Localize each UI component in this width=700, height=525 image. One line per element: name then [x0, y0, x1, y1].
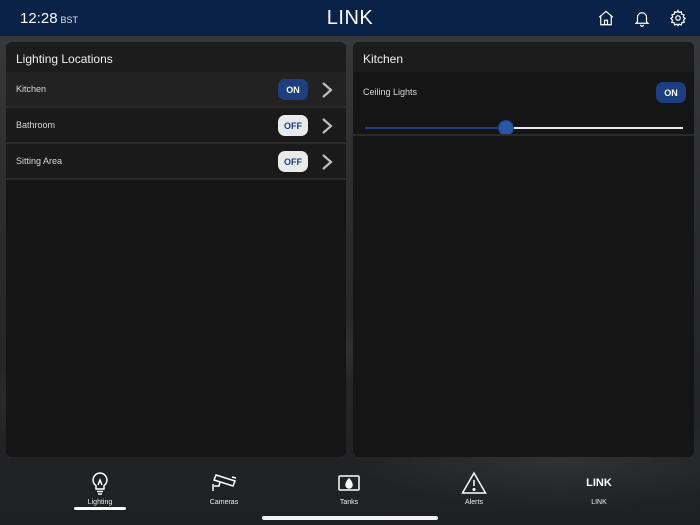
chevron-right-icon[interactable]: [320, 81, 334, 99]
location-row-sitting-area[interactable]: Sitting Area OFF: [6, 144, 346, 180]
nav-link[interactable]: LINK LINK: [559, 470, 639, 506]
nav-lighting[interactable]: Lighting: [60, 470, 140, 506]
tank-icon: [338, 475, 360, 491]
clock-zone: BST: [60, 15, 79, 25]
chevron-right-icon[interactable]: [320, 153, 334, 171]
location-row-bathroom[interactable]: Bathroom OFF: [6, 108, 346, 144]
top-bar: 12:28 BST LINK: [0, 0, 700, 36]
nav-label: Cameras: [209, 499, 239, 506]
link-logo-text: LINK: [586, 477, 612, 489]
slider-track: [506, 127, 683, 129]
gear-icon[interactable]: [668, 8, 688, 28]
alert-icon: [461, 471, 487, 494]
lightbulb-icon: [92, 472, 108, 495]
camera-icon: [212, 474, 237, 491]
location-label: Bathroom: [16, 120, 56, 130]
top-icons: [596, 8, 688, 28]
slider-fill: [365, 127, 506, 129]
location-label: Sitting Area: [16, 156, 63, 166]
divider: [353, 134, 694, 136]
location-row-kitchen[interactable]: Kitchen ON: [6, 72, 346, 108]
location-label: Kitchen: [16, 84, 47, 94]
panel-title: Kitchen: [353, 42, 694, 72]
active-tab-indicator: [74, 507, 126, 510]
location-toggle-bathroom[interactable]: OFF: [278, 115, 308, 136]
nav-alerts[interactable]: Alerts: [434, 470, 514, 506]
light-row-ceiling: Ceiling Lights ON: [353, 72, 694, 112]
panel-title: Lighting Locations: [6, 42, 346, 72]
nav-label: Tanks: [339, 499, 359, 506]
bell-icon[interactable]: [632, 8, 652, 28]
nav-cameras[interactable]: Cameras: [184, 470, 264, 506]
status-clock: 12:28 BST: [20, 10, 78, 27]
ceiling-lights-toggle[interactable]: ON: [656, 82, 686, 103]
home-indicator[interactable]: [262, 516, 438, 520]
location-toggle-kitchen[interactable]: ON: [278, 79, 308, 100]
chevron-right-icon[interactable]: [320, 117, 334, 135]
light-label: Ceiling Lights: [363, 87, 418, 97]
location-toggle-sitting-area[interactable]: OFF: [278, 151, 308, 172]
nav-label: Lighting: [87, 499, 113, 506]
nav-tanks[interactable]: Tanks: [309, 470, 389, 506]
nav-label: LINK: [591, 499, 607, 506]
nav-label: Alerts: [465, 499, 483, 506]
kitchen-panel: Kitchen Ceiling Lights ON: [353, 42, 694, 457]
clock-time: 12:28: [20, 10, 58, 27]
lighting-locations-panel: Lighting Locations Kitchen ON Bathroom O…: [6, 42, 346, 457]
app-title: LINK: [326, 7, 374, 29]
home-icon[interactable]: [596, 8, 616, 28]
